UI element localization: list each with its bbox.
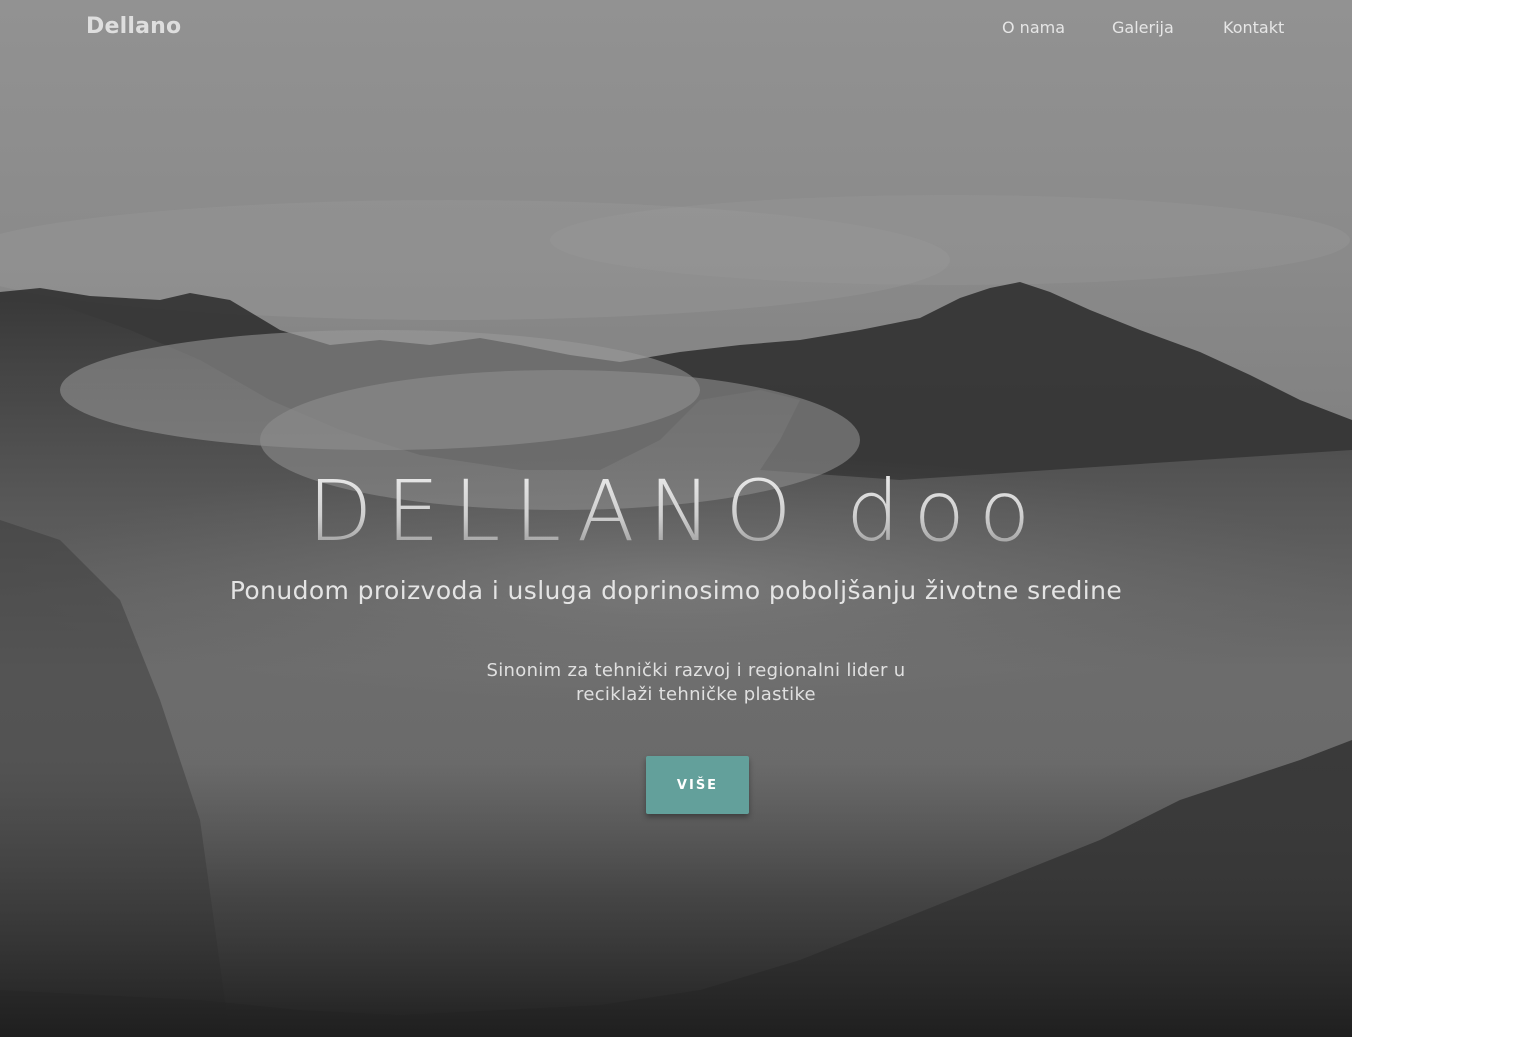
top-navigation: Dellano O nama Galerija Kontakt: [0, 0, 1352, 58]
brand-logo[interactable]: Dellano: [86, 14, 181, 39]
nav-link-o-nama[interactable]: O nama: [1002, 18, 1065, 37]
hero-description: Sinonim za tehnički razvoj i regionalni …: [486, 660, 906, 705]
hero-subtitle: Ponudom proizvoda i usluga doprinosimo p…: [229, 576, 1123, 605]
hero-section: Dellano O nama Galerija Kontakt DELLANO …: [0, 0, 1352, 1037]
more-button[interactable]: VIŠE: [646, 756, 749, 814]
hero-title: DELLANO doo: [0, 462, 1352, 560]
nav-link-galerija[interactable]: Galerija: [1112, 18, 1174, 37]
nav-link-kontakt[interactable]: Kontakt: [1223, 18, 1284, 37]
